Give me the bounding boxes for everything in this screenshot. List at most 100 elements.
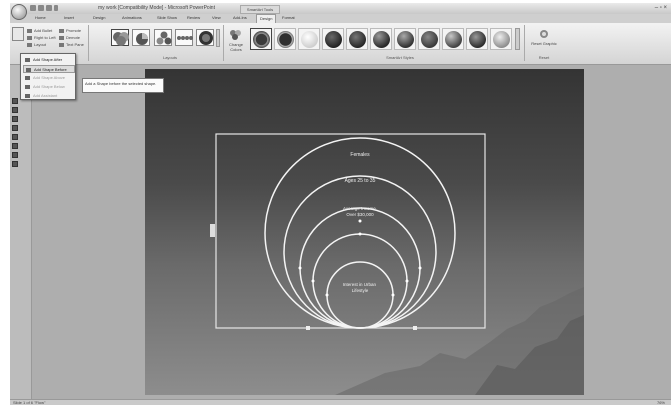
smartart-style-7[interactable] [394,28,416,50]
smartart-style-6[interactable] [370,28,392,50]
layout-cluster-thumb[interactable] [154,29,172,46]
circle-income-outer[interactable] [299,207,421,329]
demote-icon [59,36,64,40]
smartart-style-11[interactable] [490,28,512,50]
shape-handle[interactable] [298,266,302,270]
demote-button[interactable]: Demote [66,35,80,40]
tab-smartart-design[interactable]: Design [256,14,277,23]
menu-add-assistant[interactable]: Add Assistant [23,92,75,100]
layout-pie-thumb[interactable] [132,29,150,46]
add-assistant-icon [25,94,30,98]
change-colors-button[interactable]: Change Colors [224,42,248,52]
smartart-style-2[interactable] [274,28,296,50]
add-shape-after-icon [25,58,30,62]
layout-pie-icon [136,33,148,45]
tab-animations[interactable]: Animations [122,15,142,20]
shape-handle[interactable] [325,293,329,297]
add-shape-below-icon [25,85,30,89]
reset-group-label: Reset [538,55,550,60]
layout-icon [27,43,32,47]
window-controls[interactable]: – ▫ × [655,5,667,11]
circle-income-inner[interactable] [312,233,408,329]
slide[interactable]: Females Ages 25 to 35 Average Income Ove… [145,69,584,395]
panel-icon[interactable] [12,152,18,158]
circle-ages[interactable] [283,175,437,329]
label-income-line: Over $30,000 [346,212,374,217]
menu-add-shape-before[interactable]: Add Shape Before [23,65,75,73]
panel-icon[interactable] [12,98,18,104]
layout-button[interactable]: Layout [34,42,46,47]
save-icon[interactable] [30,5,36,11]
layout-dots-thumb[interactable] [175,29,193,46]
menu-item-label: Add Shape Above [33,75,66,80]
smartart-tools-label: SmartArt Tools [240,5,280,14]
panel-icon[interactable] [12,161,18,167]
tab-review[interactable]: Review [187,15,200,20]
layout-dots-icon [177,36,193,40]
inner-circle-urban[interactable] [326,261,394,329]
tab-slide-show[interactable]: Slide Show [157,15,177,20]
undo-icon[interactable] [38,5,44,11]
panel-icon[interactable] [12,125,18,131]
menu-add-shape-below[interactable]: Add Shape Below [23,83,75,91]
add-bullet-icon [27,29,32,33]
shape-handle[interactable] [418,266,422,270]
styles-group-label: SmartArt Styles [386,55,414,60]
zoom-level[interactable]: 76% [657,400,665,405]
panel-icon[interactable] [12,143,18,149]
promote-button[interactable]: Promote [66,28,81,33]
layout-target-thumb[interactable] [196,29,214,46]
panel-icon[interactable] [12,116,18,122]
label-urban-line: Lifestyle [352,288,369,293]
add-bullet-button[interactable]: Add Bullet [34,28,52,33]
menu-add-shape-after[interactable]: Add Shape After [23,56,75,64]
office-button[interactable] [11,4,27,20]
resize-handle[interactable] [306,326,310,330]
add-shape-button[interactable] [12,27,24,41]
smartart-style-8[interactable] [418,28,440,50]
label-females: Females [350,152,370,158]
shape-handle[interactable] [391,293,395,297]
menu-item-label: Add Shape After [33,57,63,62]
panel-icon[interactable] [12,134,18,140]
menu-item-label: Add Shape Below [33,84,65,89]
right-to-left-button[interactable]: Right to Left [34,35,56,40]
tab-insert[interactable]: Insert [64,15,74,20]
smartart-frame[interactable] [215,133,486,329]
smartart-graphic[interactable]: Females Ages 25 to 35 Average Income Ove… [145,69,584,395]
layouts-gallery-scroll[interactable] [216,29,220,47]
label-ages: Ages 25 to 35 [345,178,376,184]
shape-handle[interactable] [358,232,362,236]
label-income: Average Income Over $30,000 [343,206,377,217]
redo-icon[interactable] [46,5,52,11]
smartart-style-4[interactable] [322,28,344,50]
qat-dropdown-icon[interactable] [54,5,58,11]
tab-view[interactable]: View [212,15,221,20]
styles-gallery-scroll[interactable] [515,28,520,50]
layout-venn-icon [113,32,129,46]
tab-smartart-format[interactable]: Format [282,15,295,20]
smartart-style-1[interactable] [250,28,272,50]
resize-handle[interactable] [413,326,417,330]
layout-venn-thumb[interactable] [111,29,129,46]
smartart-style-9[interactable] [442,28,464,50]
tab-add-ins[interactable]: Add-Ins [233,15,247,20]
smartart-style-5[interactable] [346,28,368,50]
shape-handle[interactable] [358,219,362,223]
smartart-style-10[interactable] [466,28,488,50]
shape-handle[interactable] [311,279,315,283]
menu-add-shape-above[interactable]: Add Shape Above [23,74,75,82]
label-urban: Interest in Urban Lifestyle [343,282,378,293]
smartart-style-3[interactable] [298,28,320,50]
tab-design[interactable]: Design [93,15,105,20]
tooltip: Add a Shape before the selected shape. [82,78,164,93]
text-pane-toggle[interactable] [210,224,215,237]
tab-home[interactable]: Home [35,15,46,20]
shape-handle[interactable] [405,279,409,283]
text-pane-button[interactable]: Text Pane [66,42,84,47]
reset-graphic-button[interactable]: Reset Graphic [530,41,558,46]
add-shape-above-icon [25,76,30,80]
panel-icon[interactable] [12,107,18,113]
menu-item-label: Add Shape Before [34,67,67,72]
title-bar: my work [Compatibility Mode] - Microsoft… [10,3,671,14]
